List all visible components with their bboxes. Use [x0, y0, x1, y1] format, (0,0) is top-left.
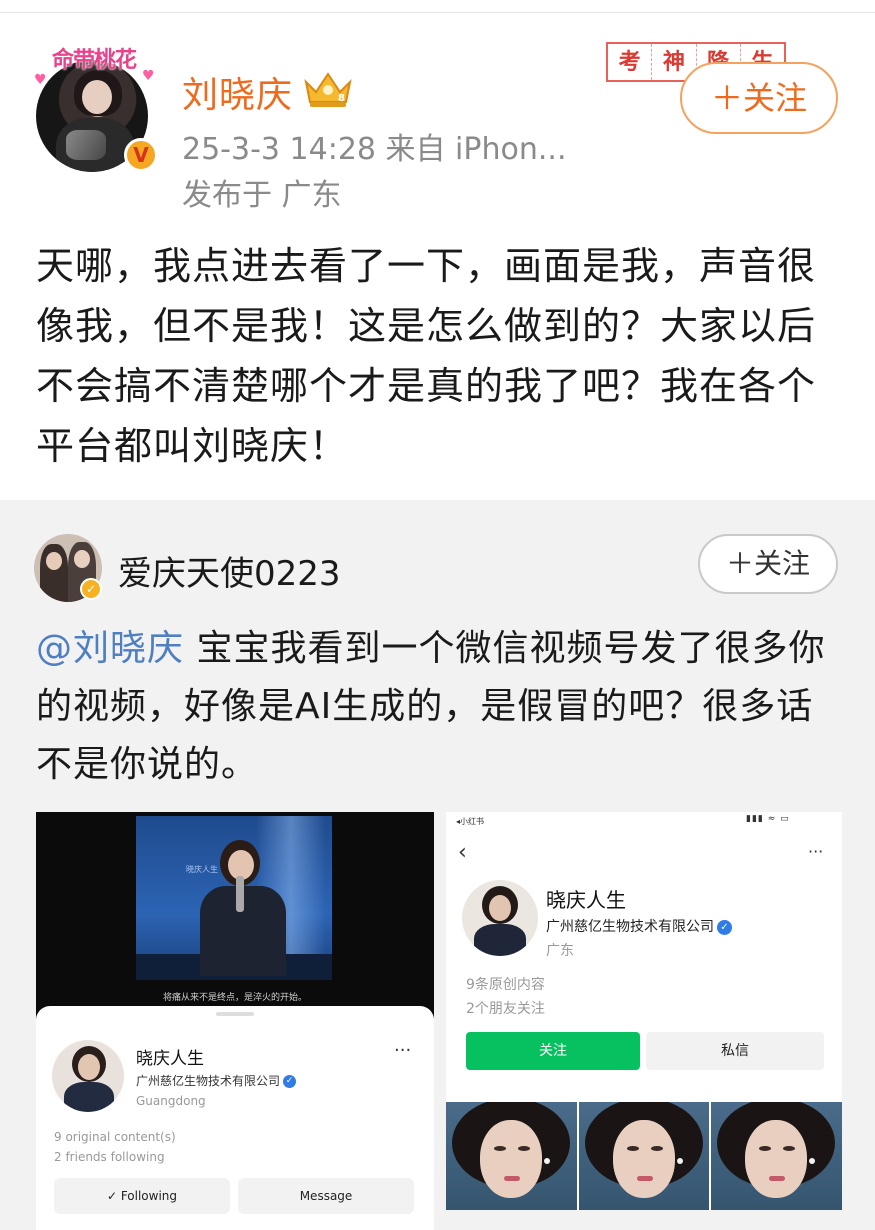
following-button[interactable]: ✓ Following — [54, 1178, 230, 1214]
profile-name: 晓庆人生 — [546, 888, 626, 912]
more-dots-icon[interactable]: ··· — [808, 842, 823, 861]
follow-button[interactable]: 关注 — [466, 1032, 640, 1070]
comment-text: @刘晓庆 宝宝我看到一个微信视频号发了很多你的视频，好像是AI生成的，是假冒的吧… — [36, 620, 836, 794]
profile-name: 晓庆人生 — [136, 1049, 204, 1069]
profile-company: 广州慈亿生物技术有限公司 ✓ — [136, 1072, 297, 1089]
verified-badge-icon: ✓ — [80, 578, 102, 600]
friends-following-count: 2个朋友关注 — [466, 1001, 545, 1017]
profile-card: 晓庆人生 ··· 广州慈亿生物技术有限公司 ✓ Guangdong 9 origi… — [36, 1006, 434, 1230]
post-location: 发布于 广东 — [182, 178, 342, 213]
back-chevron-icon[interactable]: ‹ — [458, 840, 467, 865]
attached-image-left[interactable]: 晓庆人生 将痛从来不是终点，是淬火的开始。 晓庆人生 ··· 广州慈亿生物技术有… — [36, 812, 434, 1230]
mention-link[interactable]: @刘晓庆 — [36, 628, 184, 669]
heart-icon: ♥ — [34, 72, 47, 88]
author-name[interactable]: 刘晓庆 — [182, 66, 293, 118]
verified-v-icon: V — [124, 138, 158, 172]
verified-check-icon: ✓ — [283, 1075, 297, 1088]
more-dots-icon[interactable]: ··· — [394, 1040, 411, 1061]
post-body-text: 天哪，我点进去看了一下，画面是我，声音很像我，但不是我！这是怎么做到的？大家以后… — [36, 244, 817, 468]
profile-avatar — [462, 880, 538, 956]
heart-icon: ♥ — [142, 68, 155, 84]
divider — [0, 12, 875, 13]
status-bar-icons: ▮▮▮ ≈ ▭ — [746, 814, 790, 824]
author-avatar-container[interactable]: 命带桃花 ♥ ♥ V — [30, 42, 158, 174]
original-content-count: 9条原创内容 — [466, 977, 545, 993]
profile-region: Guangdong — [136, 1094, 206, 1108]
verified-check-icon: ✓ — [717, 919, 732, 935]
svg-text:8: 8 — [338, 93, 345, 104]
commenter-name[interactable]: 爱庆天使0223 — [118, 546, 341, 595]
weibo-post: 命带桃花 ♥ ♥ V 刘晓庆 8 25-3-3 14:28 来自 iPhon..… — [0, 0, 875, 500]
post-time-source: 25-3-3 14:28 来自 iPhon... — [182, 132, 567, 167]
commenter-follow-button[interactable]: ＋关注 — [698, 534, 838, 594]
status-bar-app: ◂小红书 — [456, 817, 485, 826]
original-content-count: 9 original content(s) — [54, 1130, 176, 1144]
attached-image-right[interactable]: ◂小红书 ▮▮▮ ≈ ▭ ‹ ··· 晓庆人生 广州慈亿生物技术有限公司 ✓ 广东… — [446, 812, 842, 1210]
profile-company: 广州慈亿生物技术有限公司 ✓ — [546, 916, 732, 936]
video-thumbnails — [446, 1102, 842, 1210]
video-subtitle: 将痛从来不是终点，是淬火的开始。 — [162, 993, 307, 1003]
avatar-frame-text: 命带桃花 — [51, 47, 137, 73]
friends-following-count: 2 friends following — [54, 1150, 165, 1164]
message-button[interactable]: Message — [238, 1178, 414, 1214]
crown-level-icon: 8 — [304, 72, 352, 107]
profile-avatar — [52, 1040, 124, 1112]
video-thumbnail[interactable] — [711, 1102, 842, 1210]
drag-handle[interactable] — [216, 1012, 254, 1016]
video-thumbnail[interactable] — [446, 1102, 577, 1210]
follow-button[interactable]: ＋关注 — [680, 62, 838, 134]
stage-sign-text: 晓庆人生 — [186, 865, 218, 874]
video-frame — [136, 816, 332, 980]
profile-region: 广东 — [546, 943, 574, 959]
stamp-char: 考 — [608, 44, 653, 80]
comment-section: ✓ 爱庆天使0223 ＋关注 @刘晓庆 宝宝我看到一个微信视频号发了很多你的视频… — [0, 500, 875, 1230]
video-thumbnail[interactable] — [578, 1102, 710, 1210]
private-message-button[interactable]: 私信 — [646, 1032, 824, 1070]
